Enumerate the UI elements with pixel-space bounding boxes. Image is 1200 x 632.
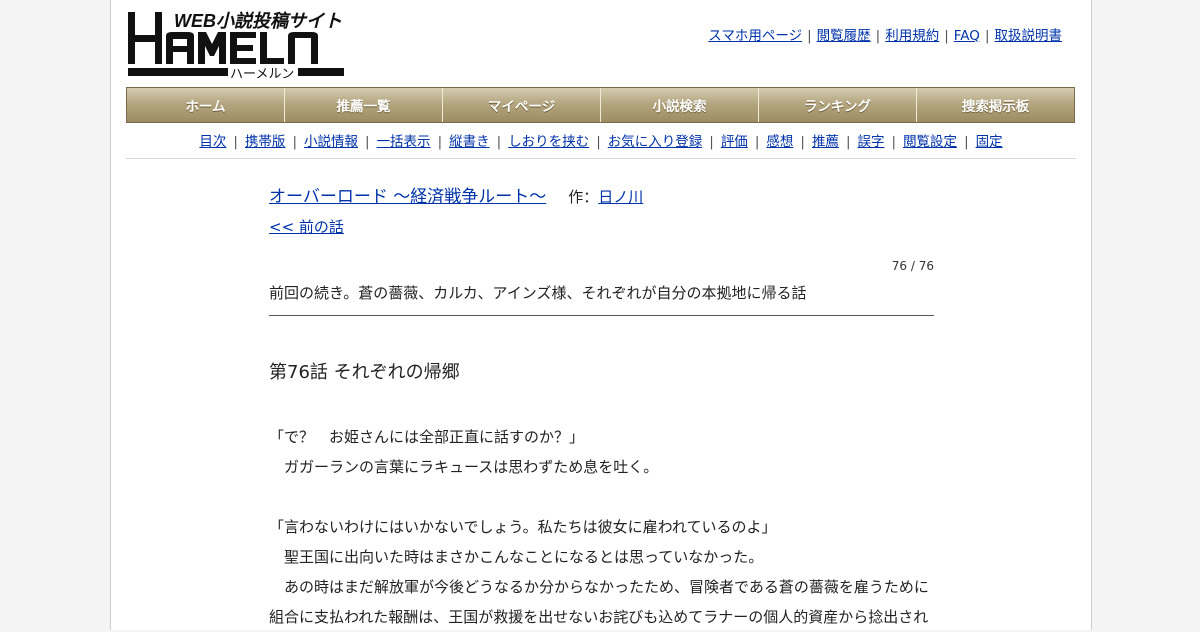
separator: | [709,134,714,150]
author-prefix: 作： [568,188,599,206]
body-paragraph: あの時はまだ解放軍が今後どうなるか分からなかったため、冒険者である蒼の薔薇を雇う… [269,578,929,596]
subnav-view-settings[interactable]: 閲覧設定 [903,134,957,150]
nav-novel-search[interactable]: 小説検索 [601,88,759,122]
body-paragraph: 「言わないわけにはいかないでしょう。私たちは彼女に雇われているのよ」 [269,518,777,536]
history-link[interactable]: 閲覧履歴 [817,28,871,44]
chapter-summary: 前回の続き。蒼の薔薇、カルカ、アインズ様、それぞれが自分の本拠地に帰る話 [269,282,934,316]
separator: | [984,28,990,44]
smartphone-page-link[interactable]: スマホ用ページ [708,28,802,44]
page-count: 76 / 76 [891,259,934,273]
page-container: WEB小説投稿サイト ハーメルン スマホ用ページ | 閲覧履歴 | 利用規約 | FAQ | 取… [110,0,1092,630]
separator: | [292,134,297,150]
subnav-show-all[interactable]: 一括表示 [377,134,431,150]
subnav-bookmark[interactable]: しおりを挟む [508,134,589,150]
separator: | [233,134,238,150]
subnav-pin[interactable]: 固定 [976,134,1003,150]
previous-chapter: << 前の話 [269,216,934,237]
body-paragraph: ガガーランの言葉にラキュースは思わずため息を吐く。 [269,458,659,476]
terms-link[interactable]: 利用規約 [885,28,939,44]
separator: | [944,28,949,44]
novel-subnav: 目次 | 携帯版 | 小説情報 | 一括表示 | 縦書き | しおりを挟む | お気に入り登録 | 評価 | 感… [126,130,1076,159]
nav-recommendations[interactable]: 推薦一覧 [285,88,443,122]
subnav-typo-report[interactable]: 誤字 [858,134,885,150]
separator: | [437,134,443,150]
header-links: スマホ用ページ | 閲覧履歴 | 利用規約 | FAQ | 取扱説明書 [708,24,1062,44]
subnav-toc[interactable]: 目次 [199,134,226,150]
faq-link[interactable]: FAQ [954,28,980,44]
separator: | [875,28,881,44]
subnav-recommend[interactable]: 推薦 [812,134,839,150]
site-logo[interactable]: WEB小説投稿サイト ハーメルン [126,10,346,81]
chapter-body: 「で？ お姫さんには全部正直に話すのか？」 ガガーランの言葉にラキュースは思わず… [269,422,934,632]
subnav-mobile[interactable]: 携帯版 [245,134,286,150]
svg-text:ハーメルン: ハーメルン [230,66,294,80]
subnav-vertical[interactable]: 縦書き [449,134,490,150]
author-link[interactable]: 日ノ川 [598,188,643,206]
chapter-title: 第76話 それぞれの帰郷 [269,362,460,383]
nav-search-board[interactable]: 捜索掲示板 [917,88,1074,122]
nav-ranking[interactable]: ランキング [759,88,917,122]
novel-content: オーバーロード ～経済戦争ルート～ 作：日ノ川 << 前の話 76 / 76 前回… [269,184,934,632]
separator: | [496,134,502,150]
separator: | [891,134,897,150]
subnav-novel-info[interactable]: 小説情報 [304,134,358,150]
subnav-favorite[interactable]: お気に入り登録 [608,134,703,150]
main-navigation: ホーム 推薦一覧 マイページ 小説検索 ランキング 捜索掲示板 [126,87,1075,123]
body-paragraph: 組合に支払われた報酬は、王国が救援を出せないお詫びも込めてラナーの個人的資産から… [269,608,929,626]
subnav-comments[interactable]: 感想 [766,134,793,150]
svg-text:WEB小説投稿サイト: WEB小説投稿サイト [174,11,342,31]
previous-chapter-link[interactable]: << 前の話 [269,218,344,236]
separator: | [845,134,851,150]
nav-mypage[interactable]: マイページ [443,88,601,122]
separator: | [964,134,969,150]
novel-header: オーバーロード ～経済戦争ルート～ 作：日ノ川 [269,184,934,210]
novel-title-link[interactable]: オーバーロード ～経済戦争ルート～ [269,187,546,207]
body-paragraph: 聖王国に出向いた時はまさかこんなことになるとは思っていなかった。 [269,548,764,566]
separator: | [807,28,812,44]
manual-link[interactable]: 取扱説明書 [995,28,1063,44]
subnav-rating[interactable]: 評価 [721,134,748,150]
separator: | [596,134,601,150]
nav-home[interactable]: ホーム [127,88,285,122]
separator: | [365,134,370,150]
separator: | [754,134,760,150]
body-paragraph: 「で？ お姫さんには全部正直に話すのか？」 [269,428,585,446]
hameln-logo-icon: WEB小説投稿サイト ハーメルン [128,11,344,81]
separator: | [800,134,805,150]
